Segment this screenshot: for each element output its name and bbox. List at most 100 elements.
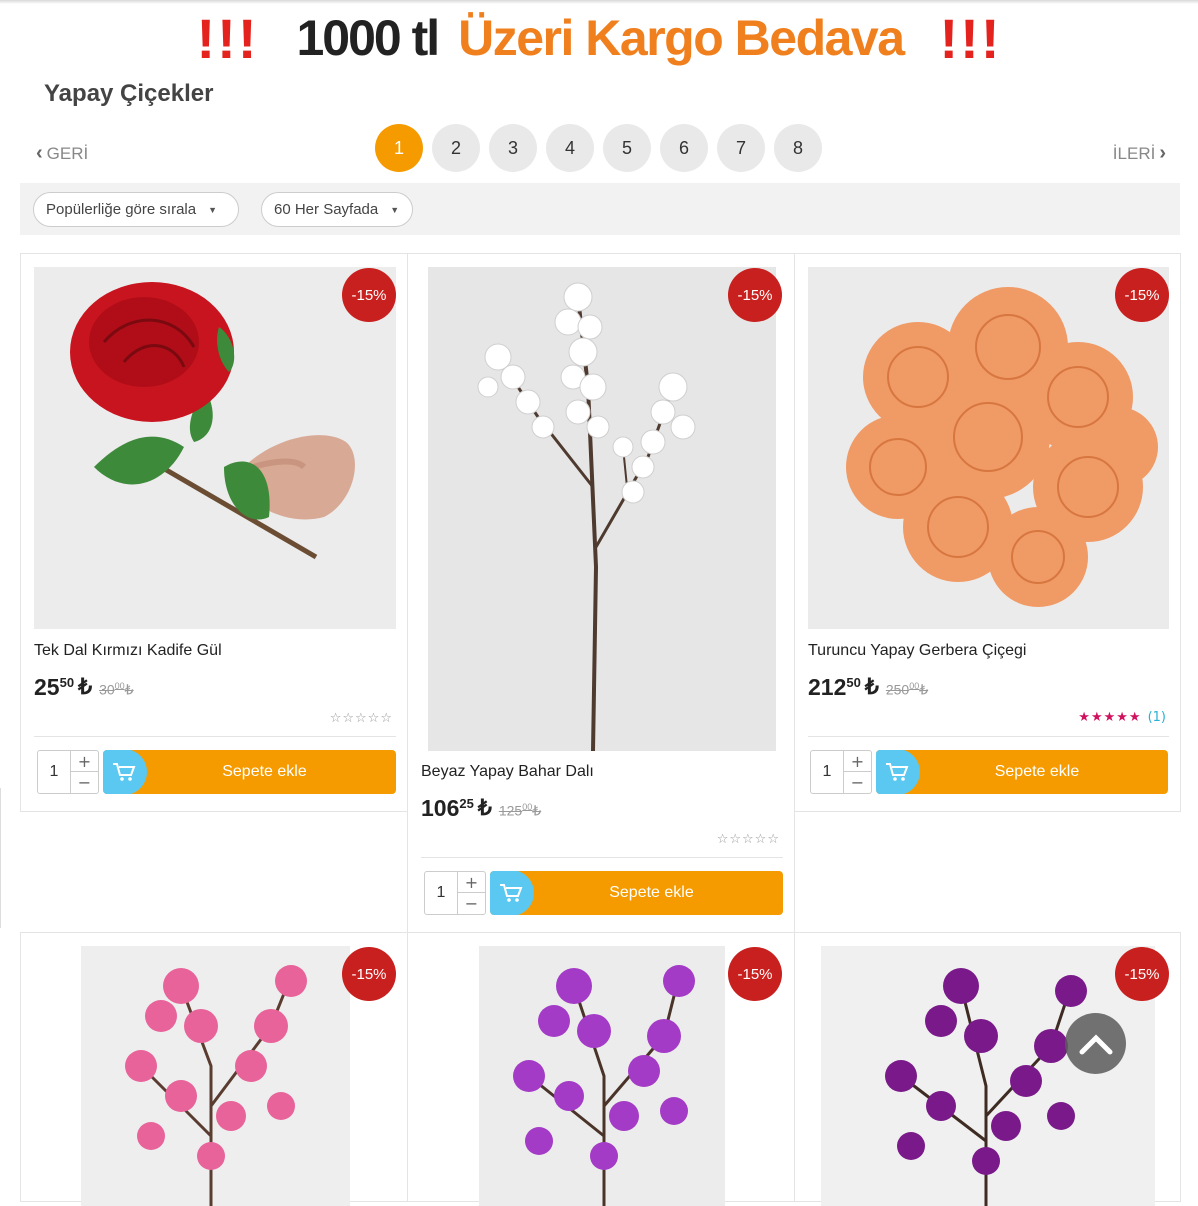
- next-page-link[interactable]: İLERİ ›: [1113, 142, 1166, 165]
- cart-icon: [490, 871, 534, 915]
- chevron-up-icon: [1079, 1033, 1112, 1054]
- page-button-2[interactable]: 2: [432, 124, 480, 172]
- quantity-stepper: 1 + −: [37, 750, 99, 794]
- add-to-cart-button[interactable]: Sepete ekle: [876, 750, 1168, 794]
- discount-badge: -15%: [728, 947, 782, 1001]
- rating-stars[interactable]: ☆☆☆☆☆: [717, 832, 780, 847]
- page-title: Yapay Çiçekler: [44, 80, 214, 107]
- price-integer: 212: [808, 674, 847, 700]
- price-decimal: 50: [59, 675, 75, 690]
- quantity-minus-button[interactable]: −: [457, 893, 485, 914]
- card-divider: [808, 736, 1169, 737]
- card-divider: [34, 736, 396, 737]
- banner-slogan: Üzeri Kargo Bedava: [458, 10, 905, 66]
- caret-down-icon: ▼: [390, 204, 400, 215]
- prev-page-link[interactable]: ‹ GERİ: [36, 142, 88, 165]
- quantity-minus-button[interactable]: −: [70, 772, 98, 793]
- product-name-link[interactable]: Beyaz Yapay Bahar Dalı: [421, 763, 594, 781]
- product-card: -15% Beyaz Yapay Bahar Dalı 106 25 ₺ 125…: [407, 253, 795, 933]
- product-card: -15% Tek Dal Kırmızı Kadife Gül 25 50 ₺ …: [20, 253, 408, 812]
- per-page-select-label: 60 Her Sayfada: [274, 201, 379, 218]
- product-card: -15% Turuncu Yapay Gerbera Çiçegi 212 50…: [794, 253, 1181, 812]
- add-to-cart-label: Sepete ekle: [609, 884, 694, 901]
- page-button-5[interactable]: 5: [603, 124, 651, 172]
- quantity-plus-button[interactable]: +: [843, 751, 871, 772]
- currency-symbol: ₺: [864, 674, 879, 699]
- discount-badge: -15%: [1115, 947, 1169, 1001]
- old-price: 3000₺: [99, 681, 134, 698]
- top-shadow-line: [0, 0, 1198, 4]
- product-image-link[interactable]: [821, 946, 1155, 1206]
- currency-symbol: ₺: [477, 795, 492, 820]
- quantity-input[interactable]: 1: [811, 751, 843, 793]
- rating-stars[interactable]: ☆☆☆☆☆: [330, 711, 393, 726]
- review-count[interactable]: (1): [1148, 710, 1166, 725]
- old-price: 25000₺: [885, 681, 929, 698]
- discount-badge: -15%: [342, 268, 396, 322]
- banner-amount: 1000 tl: [296, 10, 440, 66]
- quantity-minus-button[interactable]: −: [843, 772, 871, 793]
- page-button-6[interactable]: 6: [660, 124, 708, 172]
- currency-symbol: ₺: [78, 674, 93, 699]
- product-price: 25 50 ₺ 3000₺: [34, 674, 134, 701]
- product-price: 212 50 ₺ 25000₺: [808, 674, 928, 701]
- orange-gerbera-bouquet-image: [808, 267, 1169, 629]
- discount-badge: -15%: [342, 947, 396, 1001]
- product-card: -15%: [407, 932, 795, 1206]
- add-to-cart-button[interactable]: Sepete ekle: [490, 871, 783, 915]
- price-decimal: 25: [459, 796, 474, 811]
- page-button-7[interactable]: 7: [717, 124, 765, 172]
- chevron-right-icon: ›: [1159, 142, 1166, 164]
- product-price: 106 25 ₺ 12500₺: [421, 795, 541, 822]
- product-card: -15%: [794, 932, 1181, 1206]
- scroll-to-top-button[interactable]: [1065, 1013, 1126, 1074]
- old-price: 12500₺: [498, 802, 542, 819]
- page-button-4[interactable]: 4: [546, 124, 594, 172]
- add-to-cart-button[interactable]: Sepete ekle: [103, 750, 396, 794]
- dark-purple-blossom-branch-image: [821, 946, 1155, 1206]
- product-name-link[interactable]: Tek Dal Kırmızı Kadife Gül: [34, 642, 222, 660]
- chevron-left-icon: ‹: [36, 142, 43, 164]
- per-page-select[interactable]: 60 Her Sayfada ▼: [261, 192, 413, 227]
- price-decimal: 50: [846, 675, 861, 690]
- product-image-link[interactable]: [428, 267, 776, 751]
- side-divider: [0, 788, 1, 928]
- banner-exclaim-right: !!!: [939, 6, 1002, 70]
- page-button-3[interactable]: 3: [489, 124, 537, 172]
- white-blossom-branch-image: [428, 267, 776, 751]
- prev-page-label: GERİ: [46, 143, 89, 163]
- product-name-link[interactable]: Turuncu Yapay Gerbera Çiçegi: [808, 642, 1026, 660]
- quantity-plus-button[interactable]: +: [70, 751, 98, 772]
- next-page-label: İLERİ: [1112, 143, 1156, 163]
- quantity-stepper: 1 + −: [810, 750, 872, 794]
- pink-blossom-branch-image: [81, 946, 350, 1206]
- product-image-link[interactable]: [81, 946, 350, 1206]
- quantity-plus-button[interactable]: +: [457, 872, 485, 893]
- page-button-8[interactable]: 8: [774, 124, 822, 172]
- quantity-stepper: 1 + −: [424, 871, 486, 915]
- price-integer: 106: [421, 795, 460, 821]
- pagination: 1 2 3 4 5 6 7 8: [375, 124, 822, 172]
- discount-badge: -15%: [1115, 268, 1169, 322]
- card-divider: [421, 857, 783, 858]
- rating-stars[interactable]: ★★★★★ (1): [1078, 710, 1166, 725]
- red-rose-image: [34, 267, 396, 629]
- banner-exclaim-left: !!!: [196, 6, 259, 70]
- quantity-input[interactable]: 1: [38, 751, 70, 793]
- sort-select-label: Popülerliğe göre sırala: [46, 201, 197, 218]
- quantity-input[interactable]: 1: [425, 872, 457, 914]
- page-button-1[interactable]: 1: [375, 124, 423, 172]
- cart-icon: [876, 750, 920, 794]
- sort-select[interactable]: Popülerliğe göre sırala ▼: [33, 192, 239, 227]
- product-card: -15%: [20, 932, 408, 1206]
- cart-icon: [103, 750, 147, 794]
- filter-bar: Popülerliğe göre sırala ▼ 60 Her Sayfada…: [20, 183, 1180, 235]
- product-image-link[interactable]: [479, 946, 725, 1206]
- product-image-link[interactable]: [34, 267, 396, 629]
- add-to-cart-label: Sepete ekle: [222, 763, 307, 780]
- product-image-link[interactable]: [808, 267, 1169, 629]
- discount-badge: -15%: [728, 268, 782, 322]
- free-shipping-banner: !!! 1000 tl Üzeri Kargo Bedava !!!: [0, 6, 1198, 70]
- caret-down-icon: ▼: [208, 204, 218, 215]
- purple-blossom-branch-image: [479, 946, 725, 1206]
